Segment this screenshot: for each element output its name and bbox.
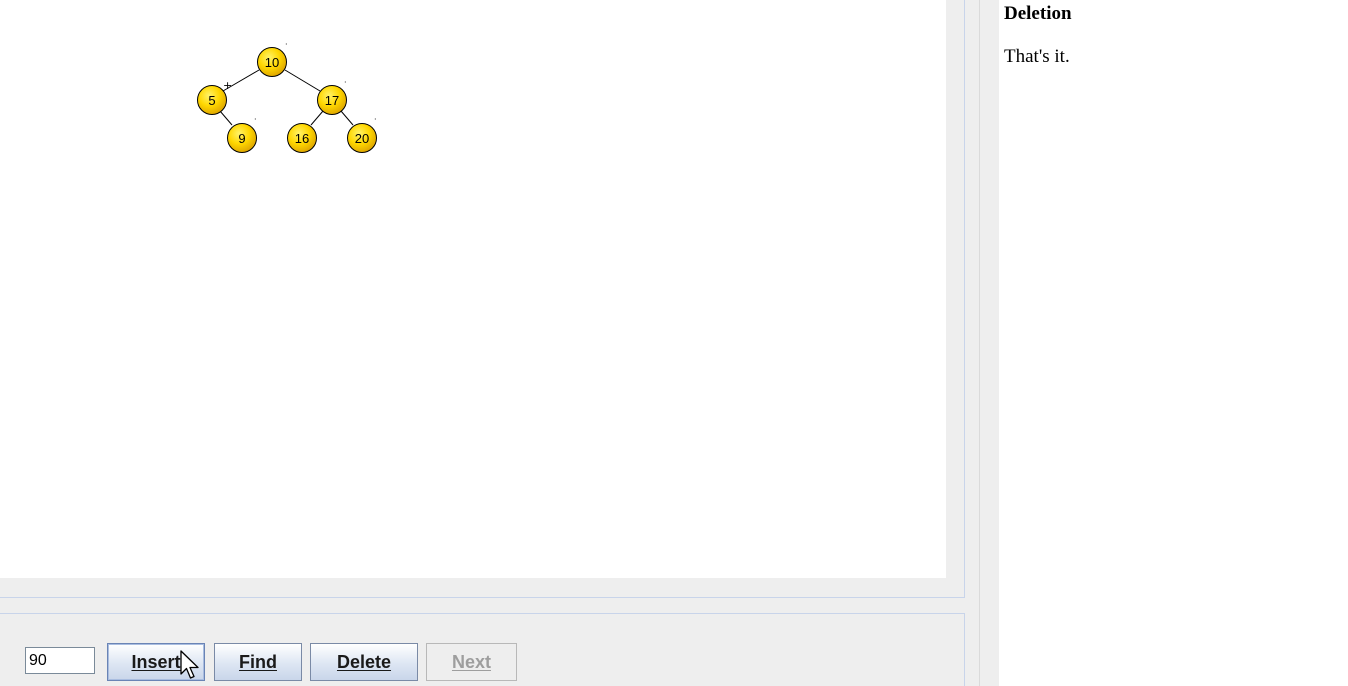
node-marker: ·	[285, 40, 288, 49]
node-marker: ·	[374, 115, 377, 124]
split-pane-divider[interactable]	[979, 0, 980, 686]
tree-node-label: 16	[295, 131, 309, 146]
tree-edge	[340, 110, 354, 126]
delete-button-label: Delete	[336, 651, 392, 672]
app-window: · + · · · 10 5 17 9 16 20 90 Insert Find…	[0, 0, 1348, 686]
panel-divider	[0, 613, 964, 614]
tree-edge	[284, 69, 321, 92]
find-button-label: Find	[239, 651, 277, 672]
next-button-label: Next	[451, 651, 491, 672]
tree-node-label: 20	[355, 131, 369, 146]
tree-node[interactable]: 10	[257, 47, 287, 77]
tree-node[interactable]: 16	[287, 123, 317, 153]
next-button[interactable]: Next	[426, 643, 517, 681]
help-panel: Deletion That's it.	[999, 0, 1348, 686]
tree-node-label: 17	[325, 93, 339, 108]
tree-node-label: 9	[238, 131, 245, 146]
tree-edge	[219, 110, 233, 126]
panel-divider	[964, 0, 965, 598]
help-title: Deletion	[1004, 3, 1072, 24]
tree-canvas[interactable]: · + · · · 10 5 17 9 16 20	[0, 0, 946, 578]
tree-node-label: 5	[208, 93, 215, 108]
insert-button-label: Insert	[131, 651, 181, 672]
find-button[interactable]: Find	[214, 643, 302, 681]
tree-node-label: 10	[265, 55, 279, 70]
node-marker: ·	[344, 78, 347, 87]
help-text: That's it.	[1004, 46, 1070, 67]
tree-node[interactable]: 5	[197, 85, 227, 115]
tree-node[interactable]: 17	[317, 85, 347, 115]
node-marker: +	[223, 79, 232, 92]
tree-node[interactable]: 9	[227, 123, 257, 153]
value-input[interactable]	[25, 647, 95, 674]
panel-divider	[0, 597, 964, 598]
tree-node[interactable]: 20	[347, 123, 377, 153]
mouse-cursor-icon	[180, 650, 199, 679]
delete-button[interactable]: Delete	[310, 643, 418, 681]
node-marker: ·	[254, 115, 257, 124]
tree-edge	[310, 110, 324, 126]
tree-diagram: · + · · · 10 5 17 9 16 20	[197, 40, 377, 153]
panel-divider	[964, 613, 965, 686]
